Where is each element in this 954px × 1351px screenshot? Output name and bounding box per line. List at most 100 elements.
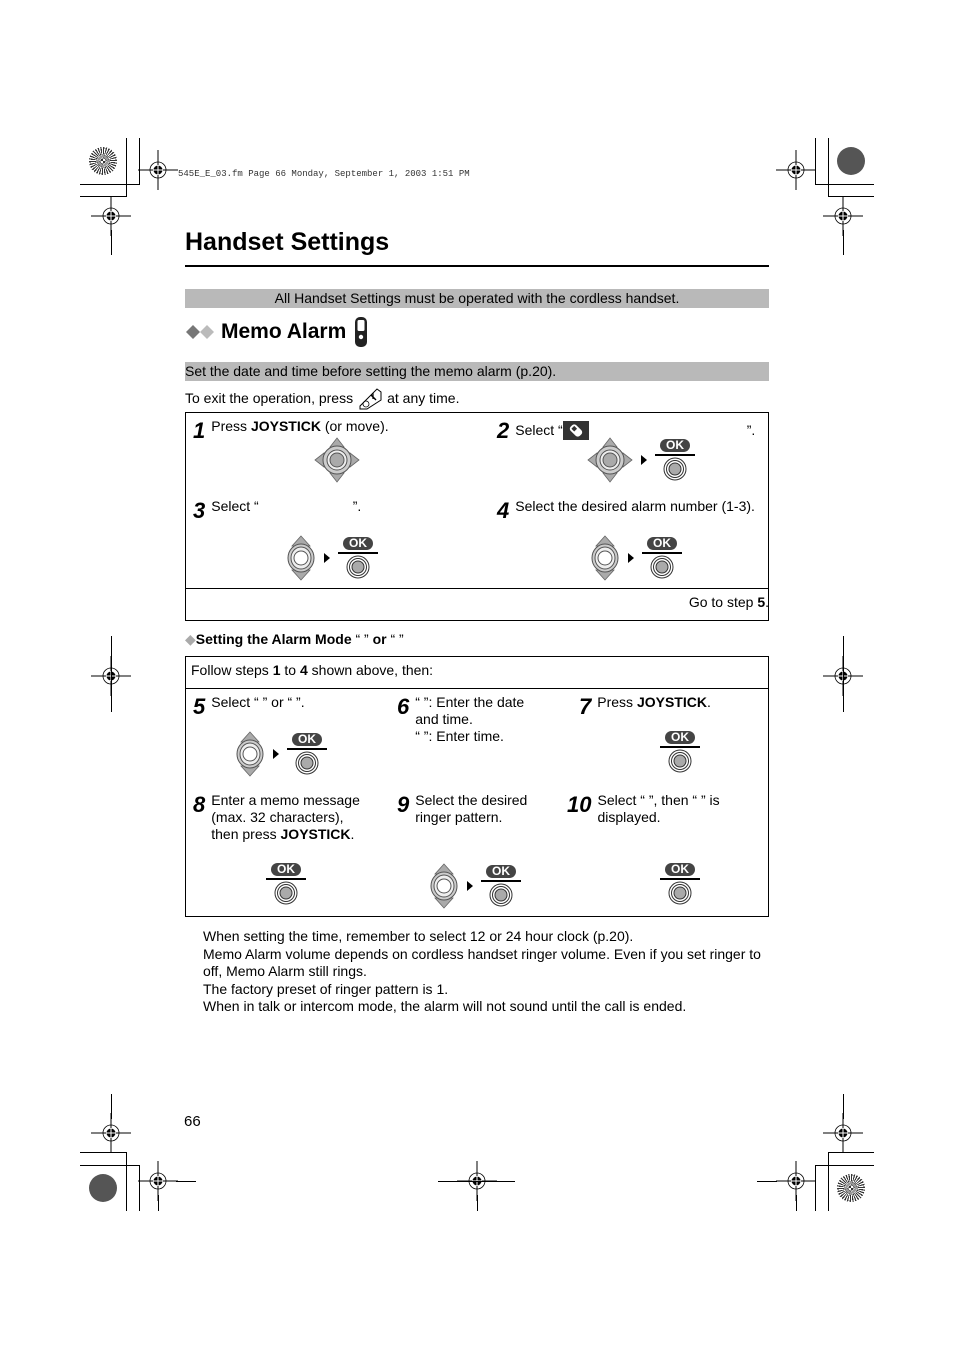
ok-button: OK [655, 439, 695, 481]
ok-label: OK [271, 863, 301, 876]
step-number: 4 [497, 498, 510, 523]
step-text: Press JOYSTICK. [597, 694, 711, 718]
box-divider [185, 588, 769, 589]
ok-button: OK [660, 731, 700, 773]
joystick-4way-icon [587, 437, 633, 483]
ok-label: OK [486, 865, 516, 878]
registration-sunburst-bottom-left [89, 1174, 117, 1202]
arrow-right-icon [324, 553, 330, 563]
exit-text-after: at any time. [387, 390, 460, 406]
joystick-press-icon [274, 881, 298, 905]
registration-mark [823, 1113, 863, 1153]
joystick-press-icon [663, 457, 687, 481]
step-8: 8 Enter a memo message (max. 32 characte… [193, 792, 373, 843]
crop-line [111, 230, 112, 255]
step-ref: 5 [757, 594, 766, 610]
ok-rule [655, 454, 695, 456]
step-3-actions: OK [286, 535, 378, 581]
crop-line [111, 1094, 112, 1119]
joystick-press-icon [346, 555, 370, 579]
ok-label: OK [647, 537, 677, 550]
crop-line [126, 138, 127, 197]
text: or [372, 631, 387, 647]
text: . [765, 594, 769, 610]
ok-button: OK [338, 537, 378, 579]
box-divider [185, 688, 769, 689]
crop-line [843, 636, 844, 712]
step-3: 3 Select “ ”. [193, 498, 473, 522]
ok-button: OK [287, 733, 327, 775]
step-number: 5 [193, 694, 206, 719]
joystick-updown-icon [590, 535, 620, 581]
step-text: Select the desired ringer pattern. [415, 792, 528, 825]
step-7: 7 Press JOYSTICK. [579, 694, 764, 718]
step-9: 9 Select the desired ringer pattern. [397, 792, 557, 826]
joystick-press-icon [295, 751, 319, 775]
joystick-press-icon [668, 749, 692, 773]
step-text: Enter a memo message (max. 32 characters… [211, 792, 371, 843]
page-title: Handset Settings [185, 228, 390, 256]
crop-line [843, 1094, 844, 1119]
step-5: 5 Select “ ” or “ ”. [193, 694, 343, 718]
subsection-title: ◆Setting the Alarm Mode “ ” or “ ” [185, 631, 404, 648]
crop-line [80, 1165, 139, 1166]
title-rule [185, 265, 769, 267]
crop-line [843, 230, 844, 255]
crop-line [158, 1195, 159, 1211]
page-number: 66 [184, 1113, 201, 1130]
step-8-actions: OK [266, 863, 306, 905]
text: “ ”: Enter the date and time. [415, 694, 525, 727]
ok-rule [642, 552, 682, 554]
step-2-actions: OK [587, 437, 695, 483]
step-ref: 1 [272, 662, 281, 678]
joystick-updown-icon [235, 731, 265, 777]
crop-line [80, 184, 139, 185]
registration-mark [138, 150, 178, 190]
joystick-4way-icon [314, 437, 360, 483]
print-header: 545E_E_03.fm Page 66 Monday, September 1… [178, 169, 470, 179]
notice-bar: All Handset Settings must be operated wi… [185, 289, 769, 308]
diamond-icon: ◆ [185, 631, 196, 647]
crop-line [438, 1181, 515, 1182]
joystick-updown-icon [286, 535, 316, 581]
crop-line [111, 636, 112, 712]
step-6: 6 “ ”: Enter the date and time. “ ”: Ent… [397, 694, 557, 745]
text: Select “ [211, 498, 259, 514]
registration-mark [776, 150, 816, 190]
step-number: 1 [193, 418, 206, 443]
text: Select “ [515, 421, 563, 438]
quoted-option: “ ” [355, 631, 369, 647]
step-text: Select the desired alarm number (1-3). [515, 498, 755, 514]
ok-label: OK [343, 537, 373, 550]
section-title-text: Memo Alarm [221, 320, 347, 343]
crop-line [828, 1152, 829, 1211]
registration-sunburst-top-right [837, 147, 865, 175]
crop-line [828, 138, 829, 197]
ok-button: OK [642, 537, 682, 579]
crop-line [757, 1181, 777, 1182]
ok-rule [338, 552, 378, 554]
note: The factory preset of ringer pattern is … [203, 980, 449, 997]
text: . [350, 826, 355, 842]
text: Press [211, 418, 251, 434]
arrow-right-icon [467, 881, 473, 891]
section-title: Memo Alarm [185, 316, 368, 348]
step-number: 9 [397, 792, 410, 817]
text: ”. [352, 498, 362, 514]
note: When setting the time, remember to selec… [203, 928, 634, 944]
crop-line [477, 1195, 478, 1211]
joystick-press-icon [489, 883, 513, 907]
text: to [280, 662, 300, 678]
quoted-option: “ ” [390, 631, 404, 647]
exit-text-before: To exit the operation, press [185, 390, 354, 406]
crop-line [815, 184, 874, 185]
ok-rule [660, 878, 700, 880]
step-text: Select “ ” or “ ”. [211, 694, 305, 710]
registration-sunburst-top-left [89, 147, 117, 175]
subsection-title-text: Setting the Alarm Mode [195, 631, 352, 647]
step-number: 3 [193, 498, 206, 523]
step-ref: 4 [299, 662, 308, 678]
off-button-icon [357, 386, 383, 410]
text: “ ”: Enter time. [415, 728, 504, 744]
ok-button: OK [660, 863, 700, 905]
